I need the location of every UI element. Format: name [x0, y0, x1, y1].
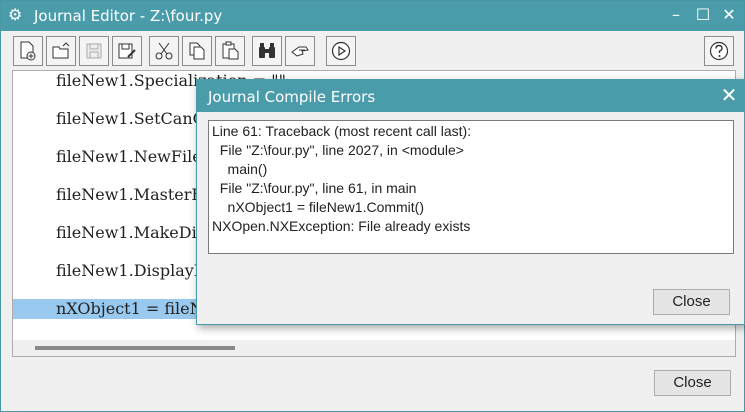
save-button[interactable]	[79, 36, 109, 66]
error-line: main()	[212, 161, 268, 177]
dialog-close-icon[interactable]: ✕	[717, 82, 741, 108]
minimize-button[interactable]: –	[664, 1, 688, 29]
save-icon	[86, 43, 102, 59]
pointer-button[interactable]	[285, 36, 315, 66]
new-file-icon	[20, 41, 36, 61]
close-button[interactable]: Close	[654, 370, 731, 396]
dialog-title-bar[interactable]: Journal Compile Errors ✕	[197, 80, 744, 112]
find-icon	[259, 43, 275, 58]
error-line: Line 61: Traceback (most recent call las…	[212, 123, 472, 139]
copy-button[interactable]	[182, 36, 212, 66]
cut-icon	[155, 42, 173, 60]
toolbar	[11, 35, 736, 67]
dialog-title: Journal Compile Errors	[208, 88, 376, 106]
error-text-area[interactable]: Line 61: Traceback (most recent call las…	[208, 120, 734, 254]
close-window-button[interactable]: ✕	[717, 1, 741, 29]
maximize-button[interactable]: ☐	[691, 1, 715, 29]
gear-icon: ⚙	[8, 5, 23, 24]
error-line: File "Z:\four.py", line 61, in main	[212, 180, 417, 196]
error-line: nXObject1 = fileNew1.Commit()	[212, 199, 425, 215]
dialog-close-button[interactable]: Close	[653, 289, 730, 315]
help-button[interactable]	[704, 36, 734, 66]
save-as-icon	[118, 43, 136, 59]
find-button[interactable]	[252, 36, 282, 66]
paste-button[interactable]	[215, 36, 245, 66]
open-file-icon	[52, 42, 70, 59]
title-bar[interactable]: ⚙ Journal Editor - Z:\four.py – ☐ ✕	[1, 1, 744, 31]
error-line: NXOpen.NXException: File already exists	[212, 218, 471, 234]
save-as-button[interactable]	[112, 36, 142, 66]
play-icon	[331, 41, 351, 61]
pointer-icon	[291, 46, 309, 57]
new-file-button[interactable]	[13, 36, 43, 66]
copy-icon	[189, 42, 205, 60]
cut-button[interactable]	[149, 36, 179, 66]
window-title: Journal Editor - Z:\four.py	[34, 7, 223, 25]
compile-errors-dialog: Journal Compile Errors ✕ Line 61: Traceb…	[196, 79, 745, 325]
help-icon	[709, 41, 729, 61]
paste-icon	[222, 41, 239, 60]
error-line: File "Z:\four.py", line 2027, in <module…	[212, 142, 464, 158]
scrollbar-thumb[interactable]	[35, 346, 235, 350]
horizontal-scrollbar[interactable]	[13, 340, 735, 356]
run-button[interactable]	[326, 36, 356, 66]
open-file-button[interactable]	[46, 36, 76, 66]
